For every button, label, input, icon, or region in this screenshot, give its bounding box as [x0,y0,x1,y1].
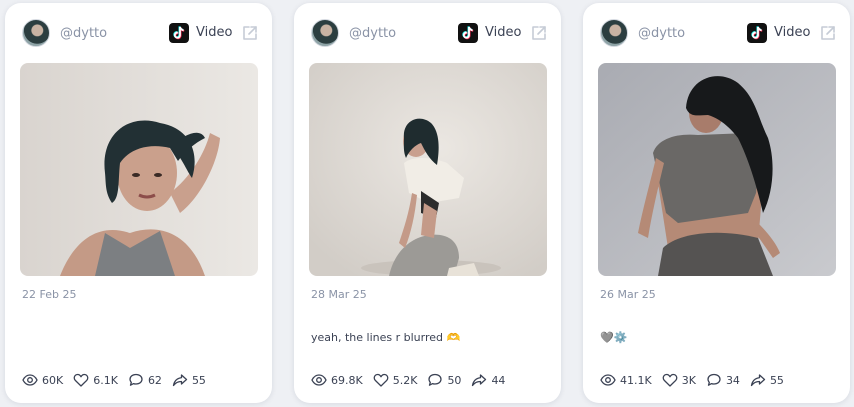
post-stats: 60K 6.1K 62 55 [22,372,216,388]
eye-icon [600,374,616,386]
video-thumbnail[interactable] [20,63,258,276]
views-stat: 41.1K [600,372,652,388]
shares-stat: 44 [471,372,505,388]
post-header: @dytto Video [309,17,549,49]
views-stat: 60K [22,372,63,388]
comment-icon [428,373,443,386]
likes-count: 5.2K [392,373,418,387]
post-card[interactable]: @dytto Video [294,3,561,403]
shares-stat: 55 [750,372,784,388]
post-card[interactable]: @dytto Video [583,3,850,403]
post-date: 28 Mar 25 [311,288,367,301]
likes-stat: 5.2K [373,372,418,388]
avatar[interactable] [22,19,50,47]
external-link-icon[interactable] [818,23,838,43]
eye-icon [311,374,327,386]
external-link-icon[interactable] [240,23,260,43]
views-count: 60K [42,373,64,387]
heart-icon [662,373,678,387]
comments-count: 50 [447,373,462,387]
views-count: 41.1K [620,373,652,387]
post-stats: 41.1K 3K 34 55 [600,372,794,388]
post-caption: yeah, the lines r blurred 🫶 [311,331,461,344]
platform-label: Video [485,25,522,40]
comments-stat: 62 [128,372,162,388]
avatar[interactable] [311,19,339,47]
tiktok-icon [458,23,478,43]
post-card[interactable]: @dytto Video [5,3,272,403]
post-header: @dytto Video [20,17,260,49]
likes-stat: 3K [662,372,696,388]
share-icon [472,374,487,387]
platform-label: Video [774,25,811,40]
comment-icon [707,373,721,386]
tiktok-icon [169,23,189,43]
shares-count: 55 [769,373,784,387]
platform-label: Video [196,25,233,40]
external-link-icon[interactable] [529,23,549,43]
creator-handle[interactable]: @dytto [638,26,685,41]
creator-handle[interactable]: @dytto [349,26,396,41]
post-caption: 🩶⚙️ [600,331,628,344]
views-stat: 69.8K [311,372,363,388]
comments-count: 34 [725,373,740,387]
comments-count: 62 [147,373,162,387]
share-icon [750,374,766,387]
creator-handle[interactable]: @dytto [60,26,107,41]
heart-icon [73,373,89,387]
likes-count: 6.1K [93,373,118,387]
likes-count: 3K [681,373,696,387]
shares-stat: 55 [172,372,206,388]
comment-icon [129,373,143,386]
video-thumbnail[interactable] [309,63,547,276]
comments-stat: 50 [427,372,461,388]
likes-stat: 6.1K [73,372,118,388]
views-count: 69.8K [331,373,363,387]
heart-icon [373,373,389,387]
video-thumbnail[interactable] [598,63,836,276]
tiktok-icon [747,23,767,43]
post-header: @dytto Video [598,17,838,49]
eye-icon [22,374,38,386]
comments-stat: 34 [706,372,740,388]
post-stats: 69.8K 5.2K 50 44 [311,372,515,388]
share-icon [172,374,188,387]
shares-count: 44 [491,373,506,387]
post-date: 22 Feb 25 [22,288,77,301]
post-date: 26 Mar 25 [600,288,656,301]
shares-count: 55 [191,373,206,387]
avatar[interactable] [600,19,628,47]
